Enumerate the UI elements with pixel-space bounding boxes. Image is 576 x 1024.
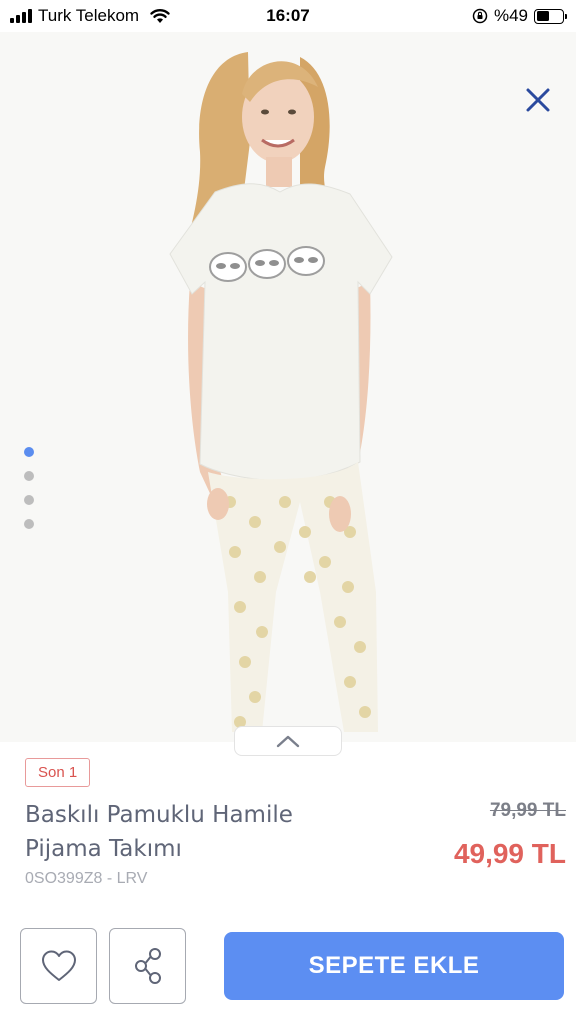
close-button[interactable]: [522, 84, 554, 116]
status-right: %49: [472, 6, 567, 26]
battery-fill: [536, 11, 549, 21]
gallery-dot[interactable]: [24, 519, 34, 529]
orientation-lock-icon: [472, 8, 488, 24]
expand-details-button[interactable]: [234, 726, 342, 756]
status-bar: Turk Telekom 16:07 %49: [0, 0, 576, 32]
gallery-dot[interactable]: [24, 495, 34, 505]
battery-percent: %49: [493, 6, 528, 25]
stock-badge: Son 1: [25, 758, 91, 787]
product-info-panel: Son 1 Baskılı Pamuklu Hamile Pijama Takı…: [0, 742, 576, 1024]
product-code: 0SO399Z8 - LRV: [25, 870, 148, 887]
product-photo: [0, 32, 576, 742]
chevron-up-icon: [276, 735, 300, 748]
heart-icon: [41, 950, 76, 981]
new-price: 49,99 TL: [453, 838, 566, 869]
product-title: Baskılı Pamuklu Hamile Pijama Takımı: [25, 802, 293, 862]
gallery-dot[interactable]: [24, 447, 34, 457]
add-to-cart-button[interactable]: SEPETE EKLE: [224, 932, 564, 1000]
close-icon: [526, 88, 550, 112]
gallery-pagination: [24, 447, 34, 529]
old-price: 79,99 TL: [489, 800, 566, 821]
share-icon: [134, 948, 161, 984]
battery-icon: [534, 8, 567, 24]
favorite-button[interactable]: [20, 928, 97, 1004]
product-image-gallery[interactable]: [0, 32, 576, 742]
gallery-dot[interactable]: [24, 471, 34, 481]
share-button[interactable]: [109, 928, 186, 1004]
